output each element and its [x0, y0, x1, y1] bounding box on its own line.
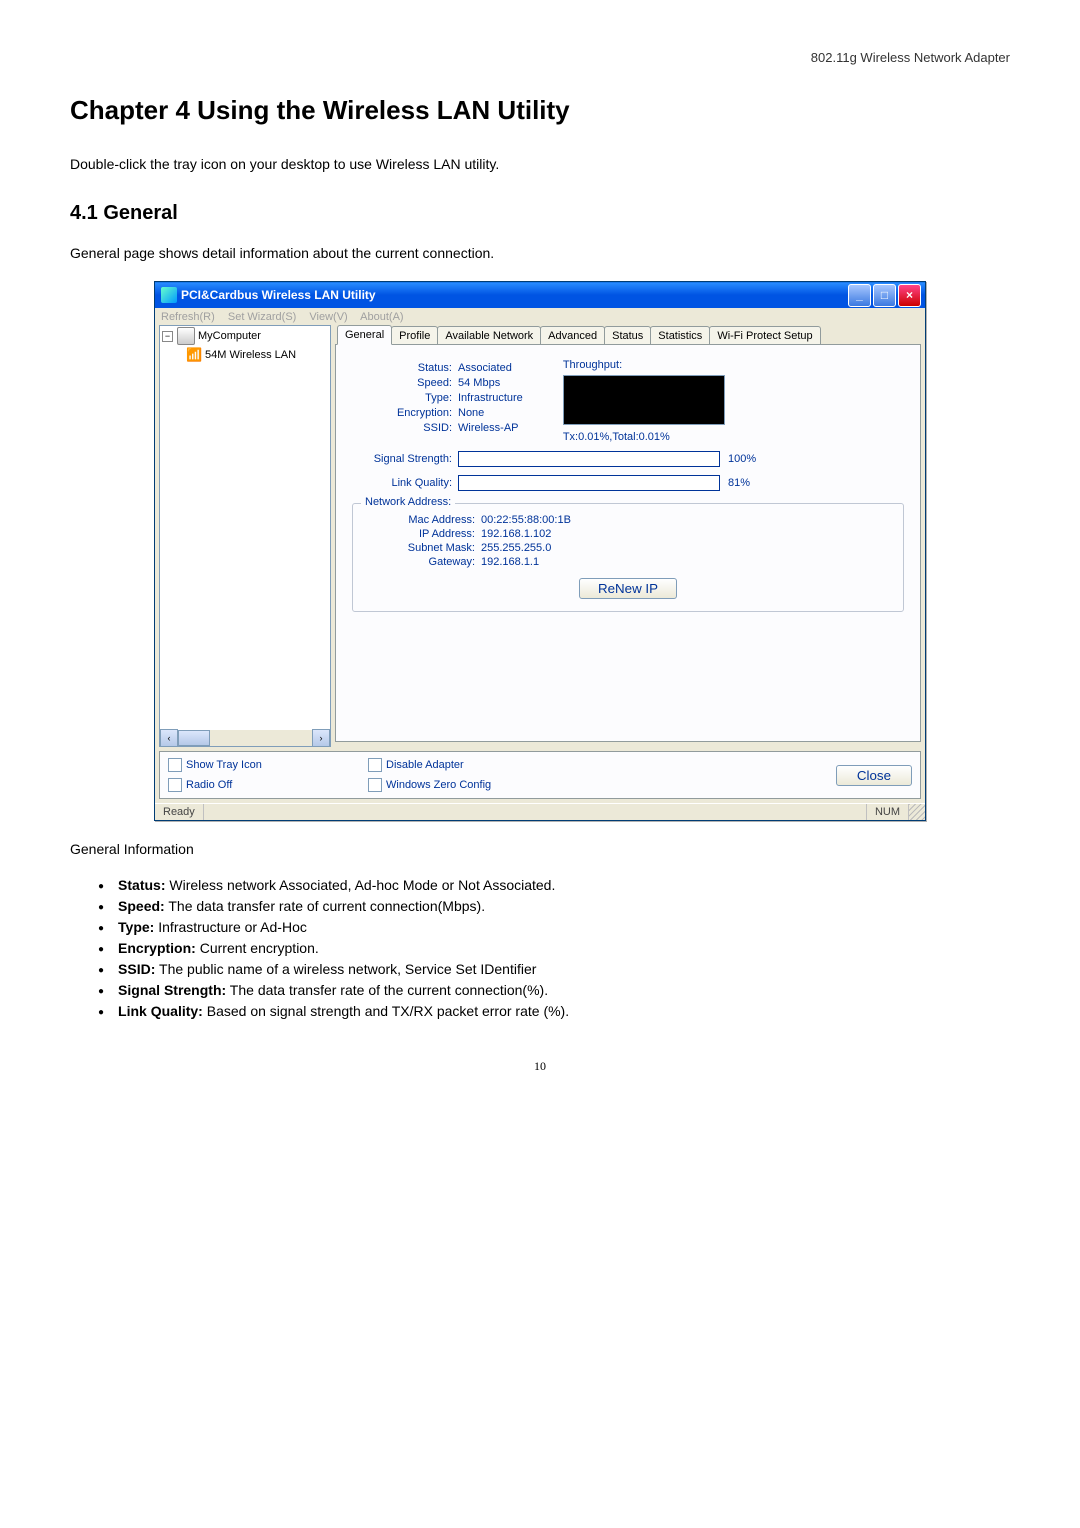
window-title: PCI&Cardbus Wireless LAN Utility: [181, 288, 376, 302]
show-tray-icon-checkbox[interactable]: Show Tray Icon: [168, 758, 368, 772]
intro-text: Double-click the tray icon on your deskt…: [70, 156, 1010, 172]
page-number: 10: [70, 1059, 1010, 1074]
tab-profile[interactable]: Profile: [391, 326, 438, 344]
link-quality-label: Link Quality:: [352, 477, 452, 489]
mac-value: 00:22:55:88:00:1B: [481, 514, 571, 526]
signal-strength-pct: 100%: [728, 453, 756, 465]
general-info-heading: General Information: [70, 841, 1010, 857]
list-item: Encryption: Current encryption.: [98, 940, 1010, 956]
list-item: SSID: The public name of a wireless netw…: [98, 961, 1010, 977]
scroll-right-icon[interactable]: ›: [312, 729, 330, 747]
ip-label: IP Address:: [365, 528, 475, 540]
tree-child-label[interactable]: 54M Wireless LAN: [205, 349, 296, 361]
subnet-value: 255.255.255.0: [481, 542, 551, 554]
speed-value: 54 Mbps: [458, 377, 500, 389]
radio-off-checkbox[interactable]: Radio Off: [168, 778, 368, 792]
minimize-button[interactable]: _: [848, 284, 871, 307]
windows-zero-config-checkbox[interactable]: Windows Zero Config: [368, 778, 568, 792]
close-button[interactable]: Close: [836, 765, 912, 786]
list-item: Link Quality: Based on signal strength a…: [98, 1003, 1010, 1019]
close-window-button[interactable]: ×: [898, 284, 921, 307]
encryption-label: Encryption:: [352, 407, 452, 419]
tree-root-label[interactable]: MyComputer: [198, 330, 261, 342]
app-window: PCI&Cardbus Wireless LAN Utility _ □ × R…: [154, 281, 926, 821]
tab-statistics[interactable]: Statistics: [650, 326, 710, 344]
list-item: Type: Infrastructure or Ad-Hoc: [98, 919, 1010, 935]
section-desc: General page shows detail information ab…: [70, 245, 1010, 261]
computer-icon: [177, 327, 195, 345]
doc-header: 802.11g Wireless Network Adapter: [70, 50, 1010, 65]
wifi-adapter-icon: [186, 347, 202, 363]
menu-bar: Refresh(R) Set Wizard(S) View(V) About(A…: [155, 308, 925, 325]
app-icon: [161, 287, 177, 303]
signal-strength-label: Signal Strength:: [352, 453, 452, 465]
tab-bar: General Profile Available Network Advanc…: [335, 325, 921, 344]
type-value: Infrastructure: [458, 392, 523, 404]
list-item: Signal Strength: The data transfer rate …: [98, 982, 1010, 998]
status-value: Associated: [458, 362, 512, 374]
speed-label: Speed:: [352, 377, 452, 389]
list-item: Speed: The data transfer rate of current…: [98, 898, 1010, 914]
network-address-legend: Network Address:: [361, 496, 455, 508]
status-ready: Ready: [155, 804, 204, 820]
menu-refresh[interactable]: Refresh(R): [161, 311, 215, 323]
bottom-options-panel: Show Tray Icon Radio Off Disable Adapter…: [159, 751, 921, 799]
signal-strength-bar: [458, 451, 720, 467]
renew-ip-button[interactable]: ReNew IP: [579, 578, 677, 599]
link-quality-pct: 81%: [728, 477, 750, 489]
link-quality-bar: [458, 475, 720, 491]
tree-collapse-icon[interactable]: −: [162, 331, 173, 342]
type-label: Type:: [352, 392, 452, 404]
device-tree[interactable]: − MyComputer 54M Wireless LAN ‹ ›: [159, 325, 331, 747]
menu-view[interactable]: View(V): [309, 311, 347, 323]
tab-advanced[interactable]: Advanced: [540, 326, 605, 344]
ssid-label: SSID:: [352, 422, 452, 434]
throughput-value: Tx:0.01%,Total:0.01%: [563, 431, 725, 443]
subnet-label: Subnet Mask:: [365, 542, 475, 554]
tab-status[interactable]: Status: [604, 326, 651, 344]
scroll-left-icon[interactable]: ‹: [160, 729, 178, 747]
status-label: Status:: [352, 362, 452, 374]
chapter-title: Chapter 4 Using the Wireless LAN Utility: [70, 95, 1010, 126]
disable-adapter-checkbox[interactable]: Disable Adapter: [368, 758, 568, 772]
tab-available-network[interactable]: Available Network: [437, 326, 541, 344]
resize-grip-icon[interactable]: [909, 804, 925, 820]
gateway-label: Gateway:: [365, 556, 475, 568]
scroll-thumb[interactable]: [178, 730, 210, 746]
status-bar: Ready NUM: [155, 803, 925, 820]
network-address-fieldset: Network Address: Mac Address:00:22:55:88…: [352, 503, 904, 612]
throughput-graph: [563, 375, 725, 425]
encryption-value: None: [458, 407, 484, 419]
status-num: NUM: [867, 804, 909, 820]
throughput-label: Throughput:: [563, 359, 725, 371]
bullet-list: Status: Wireless network Associated, Ad-…: [98, 877, 1010, 1019]
tree-scrollbar[interactable]: ‹ ›: [160, 730, 330, 746]
tab-general[interactable]: General: [337, 325, 392, 345]
tab-content-general: Status: Associated Speed: 54 Mbps Type: Inf…: [335, 344, 921, 742]
gateway-value: 192.168.1.1: [481, 556, 539, 568]
maximize-button[interactable]: □: [873, 284, 896, 307]
mac-label: Mac Address:: [365, 514, 475, 526]
menu-set-wizard[interactable]: Set Wizard(S): [228, 311, 296, 323]
list-item: Status: Wireless network Associated, Ad-…: [98, 877, 1010, 893]
section-title: 4.1 General: [70, 202, 1010, 225]
window-titlebar[interactable]: PCI&Cardbus Wireless LAN Utility _ □ ×: [155, 282, 925, 308]
ssid-value: Wireless-AP: [458, 422, 519, 434]
menu-about[interactable]: About(A): [360, 311, 403, 323]
ip-value: 192.168.1.102: [481, 528, 551, 540]
tab-wifi-protect-setup[interactable]: Wi-Fi Protect Setup: [709, 326, 820, 344]
